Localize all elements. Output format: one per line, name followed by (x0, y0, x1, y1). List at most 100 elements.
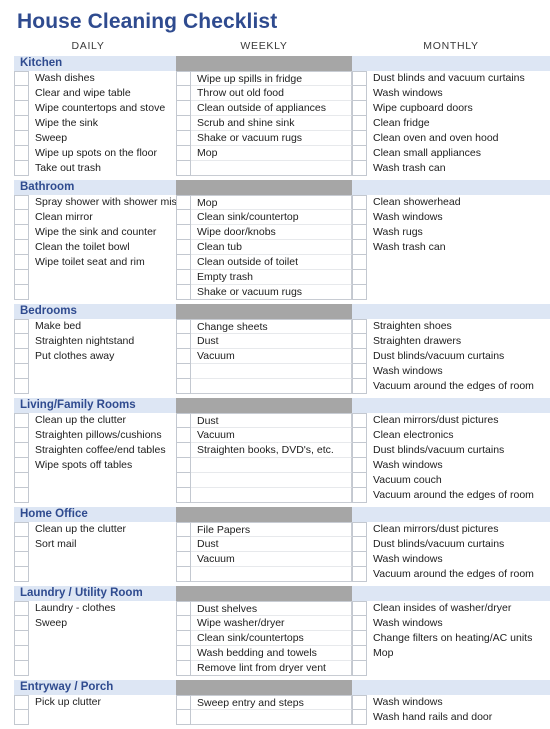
checkbox-weekly[interactable] (176, 646, 191, 661)
checkbox-daily[interactable] (14, 537, 29, 552)
checkbox-daily[interactable] (14, 364, 29, 379)
checkbox-monthly[interactable] (352, 364, 367, 379)
checkbox-daily[interactable] (14, 379, 29, 394)
checkbox-weekly[interactable] (176, 364, 191, 379)
checkbox-weekly[interactable] (176, 319, 191, 334)
checkbox-monthly[interactable] (352, 646, 367, 661)
checkbox-monthly[interactable] (352, 661, 367, 676)
checkbox-monthly[interactable] (352, 379, 367, 394)
checkbox-monthly[interactable] (352, 413, 367, 428)
checkbox-daily[interactable] (14, 240, 29, 255)
checkbox-monthly[interactable] (352, 567, 367, 582)
checkbox-monthly[interactable] (352, 285, 367, 300)
checkbox-weekly[interactable] (176, 210, 191, 225)
checkbox-daily[interactable] (14, 522, 29, 537)
checkbox-monthly[interactable] (352, 458, 367, 473)
checkbox-daily[interactable] (14, 161, 29, 176)
checkbox-daily[interactable] (14, 270, 29, 285)
checkbox-daily[interactable] (14, 71, 29, 86)
checkbox-monthly[interactable] (352, 240, 367, 255)
checkbox-monthly[interactable] (352, 601, 367, 616)
checkbox-daily[interactable] (14, 255, 29, 270)
checkbox-monthly[interactable] (352, 473, 367, 488)
checkbox-weekly[interactable] (176, 710, 191, 725)
checkbox-daily[interactable] (14, 285, 29, 300)
checkbox-daily[interactable] (14, 488, 29, 503)
checkbox-daily[interactable] (14, 195, 29, 210)
checkbox-daily[interactable] (14, 646, 29, 661)
checkbox-monthly[interactable] (352, 86, 367, 101)
checkbox-weekly[interactable] (176, 240, 191, 255)
checkbox-monthly[interactable] (352, 71, 367, 86)
checkbox-monthly[interactable] (352, 443, 367, 458)
checkbox-weekly[interactable] (176, 116, 191, 131)
checkbox-monthly[interactable] (352, 428, 367, 443)
checkbox-daily[interactable] (14, 319, 29, 334)
checkbox-daily[interactable] (14, 225, 29, 240)
checkbox-daily[interactable] (14, 443, 29, 458)
checkbox-daily[interactable] (14, 710, 29, 725)
checkbox-weekly[interactable] (176, 601, 191, 616)
checkbox-weekly[interactable] (176, 473, 191, 488)
checkbox-daily[interactable] (14, 146, 29, 161)
checkbox-monthly[interactable] (352, 616, 367, 631)
checkbox-weekly[interactable] (176, 552, 191, 567)
checkbox-monthly[interactable] (352, 334, 367, 349)
checkbox-weekly[interactable] (176, 661, 191, 676)
checkbox-weekly[interactable] (176, 488, 191, 503)
checkbox-monthly[interactable] (352, 631, 367, 646)
checkbox-daily[interactable] (14, 86, 29, 101)
checkbox-weekly[interactable] (176, 285, 191, 300)
checkbox-monthly[interactable] (352, 522, 367, 537)
checkbox-weekly[interactable] (176, 458, 191, 473)
checkbox-weekly[interactable] (176, 522, 191, 537)
checkbox-weekly[interactable] (176, 195, 191, 210)
checkbox-daily[interactable] (14, 413, 29, 428)
checkbox-monthly[interactable] (352, 210, 367, 225)
checkbox-weekly[interactable] (176, 334, 191, 349)
checkbox-monthly[interactable] (352, 101, 367, 116)
checkbox-weekly[interactable] (176, 131, 191, 146)
checkbox-weekly[interactable] (176, 443, 191, 458)
checkbox-daily[interactable] (14, 131, 29, 146)
checkbox-daily[interactable] (14, 349, 29, 364)
checkbox-monthly[interactable] (352, 710, 367, 725)
checkbox-daily[interactable] (14, 428, 29, 443)
checkbox-weekly[interactable] (176, 101, 191, 116)
checkbox-monthly[interactable] (352, 319, 367, 334)
checkbox-weekly[interactable] (176, 225, 191, 240)
checkbox-daily[interactable] (14, 631, 29, 646)
checkbox-weekly[interactable] (176, 428, 191, 443)
checkbox-monthly[interactable] (352, 131, 367, 146)
checkbox-monthly[interactable] (352, 146, 367, 161)
checkbox-daily[interactable] (14, 661, 29, 676)
checkbox-monthly[interactable] (352, 349, 367, 364)
checkbox-monthly[interactable] (352, 116, 367, 131)
checkbox-weekly[interactable] (176, 379, 191, 394)
checkbox-monthly[interactable] (352, 537, 367, 552)
checkbox-daily[interactable] (14, 601, 29, 616)
checkbox-daily[interactable] (14, 567, 29, 582)
checkbox-daily[interactable] (14, 210, 29, 225)
checkbox-monthly[interactable] (352, 552, 367, 567)
checkbox-monthly[interactable] (352, 225, 367, 240)
checkbox-weekly[interactable] (176, 71, 191, 86)
checkbox-daily[interactable] (14, 458, 29, 473)
checkbox-monthly[interactable] (352, 161, 367, 176)
checkbox-monthly[interactable] (352, 270, 367, 285)
checkbox-weekly[interactable] (176, 616, 191, 631)
checkbox-monthly[interactable] (352, 195, 367, 210)
checkbox-weekly[interactable] (176, 349, 191, 364)
checkbox-weekly[interactable] (176, 537, 191, 552)
checkbox-daily[interactable] (14, 552, 29, 567)
checkbox-weekly[interactable] (176, 255, 191, 270)
checkbox-monthly[interactable] (352, 255, 367, 270)
checkbox-weekly[interactable] (176, 146, 191, 161)
checkbox-daily[interactable] (14, 616, 29, 631)
checkbox-weekly[interactable] (176, 413, 191, 428)
checkbox-daily[interactable] (14, 473, 29, 488)
checkbox-weekly[interactable] (176, 567, 191, 582)
checkbox-daily[interactable] (14, 101, 29, 116)
checkbox-weekly[interactable] (176, 270, 191, 285)
checkbox-weekly[interactable] (176, 631, 191, 646)
